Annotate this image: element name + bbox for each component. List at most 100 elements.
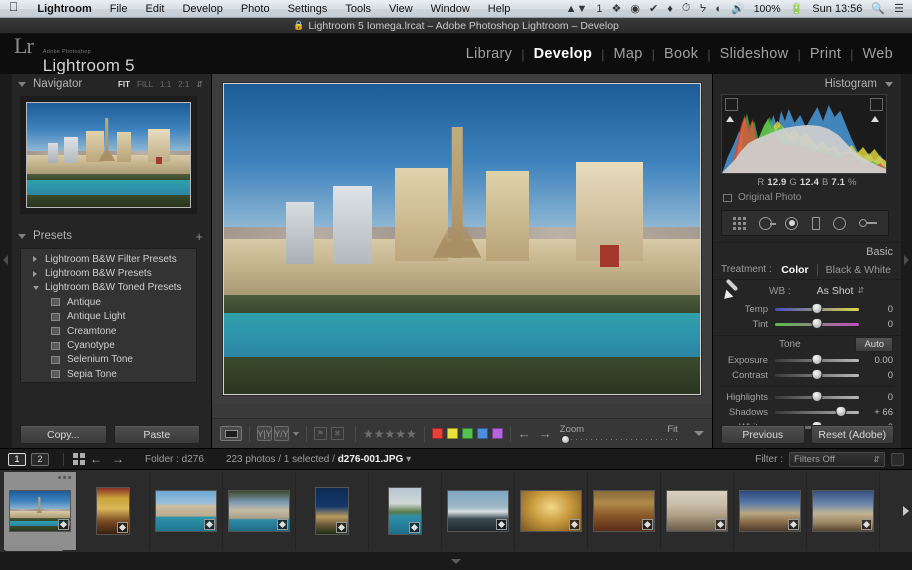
thumbnail[interactable] xyxy=(520,490,582,532)
filmstrip[interactable] xyxy=(0,470,912,552)
module-map[interactable]: Map xyxy=(605,46,652,62)
grid-view-icon[interactable] xyxy=(73,453,85,465)
slider-shadows[interactable]: Shadows + 66 xyxy=(713,405,901,420)
filmstrip-item[interactable] xyxy=(150,472,223,550)
thumbnail[interactable] xyxy=(666,490,728,532)
auto-tone-button[interactable]: Auto xyxy=(855,337,893,352)
menu-photo[interactable]: Photo xyxy=(232,3,279,15)
color-label-red[interactable] xyxy=(432,428,443,439)
spot-removal-icon[interactable] xyxy=(759,217,772,230)
slider-track[interactable] xyxy=(775,304,859,315)
slider-exposure[interactable]: Exposure 0.00 xyxy=(713,353,901,368)
color-label-yellow[interactable] xyxy=(447,428,458,439)
expand-arrow[interactable] xyxy=(33,256,45,262)
thumbnail[interactable] xyxy=(593,490,655,532)
before-after-icons[interactable]: Y|Y Y/Y xyxy=(257,426,289,441)
nav-mode-fit[interactable]: FIT xyxy=(118,80,130,89)
add-preset-icon[interactable]: + xyxy=(195,230,203,243)
presets-list[interactable]: Lightroom B&W Filter Presets Lightroom B… xyxy=(20,248,197,383)
disclosure-triangle-icon[interactable] xyxy=(18,234,26,239)
navigator-header[interactable]: Navigator FIT FILL 1:1 2:1 ⇵ xyxy=(12,74,211,94)
preset-item[interactable]: Selenium Tone xyxy=(21,353,196,367)
slider-track[interactable] xyxy=(775,370,859,381)
filmstrip-item[interactable] xyxy=(223,472,296,550)
menu-settings[interactable]: Settings xyxy=(279,3,337,15)
filmstrip-scrollbar[interactable] xyxy=(4,545,64,551)
filter-toggle-button[interactable] xyxy=(891,453,904,466)
develop-badge-icon[interactable] xyxy=(496,519,507,530)
preset-group-row[interactable]: Lightroom B&W Filter Presets xyxy=(21,252,196,266)
module-library[interactable]: Library xyxy=(457,46,521,62)
filmstrip-item[interactable] xyxy=(369,472,442,550)
checkbox-icon[interactable] xyxy=(723,194,732,202)
slider-contrast[interactable]: Contrast 0 xyxy=(713,368,901,383)
menu-view[interactable]: View xyxy=(380,3,422,15)
dropbox-icon[interactable]: ❖ xyxy=(612,2,622,15)
highlight-clipping-icon[interactable] xyxy=(870,98,883,111)
stepper-icon[interactable]: ⇵ xyxy=(196,80,203,89)
notification-center-icon[interactable]: ☰ xyxy=(894,2,904,15)
thumbnail[interactable] xyxy=(9,490,71,532)
filmstrip-item[interactable] xyxy=(734,472,807,550)
develop-badge-icon[interactable] xyxy=(642,519,653,530)
develop-badge-icon[interactable] xyxy=(409,522,420,533)
main-photo[interactable] xyxy=(223,83,701,395)
zoom-slider[interactable] xyxy=(560,436,678,444)
volume-icon[interactable]: 🔊 xyxy=(731,2,745,15)
chevron-down-icon[interactable] xyxy=(293,432,299,436)
screen-1-button[interactable]: 1 xyxy=(8,453,26,466)
thumbnail[interactable] xyxy=(388,487,422,535)
filmstrip-item[interactable] xyxy=(442,472,515,550)
clock-icon[interactable]: ⏱ xyxy=(682,2,691,15)
develop-badge-icon[interactable] xyxy=(336,522,347,533)
filmstrip-item[interactable] xyxy=(661,472,734,550)
filmstrip-item[interactable] xyxy=(515,472,588,550)
thumbnail[interactable] xyxy=(96,487,130,535)
color-label-blue[interactable] xyxy=(477,428,488,439)
develop-badge-icon[interactable] xyxy=(715,519,726,530)
menubar-clock[interactable]: Sun 13:56 xyxy=(812,3,862,15)
preset-item[interactable]: Cyanotype xyxy=(21,338,196,352)
filmstrip-item[interactable] xyxy=(296,472,369,550)
chevron-down-icon[interactable]: ▾ xyxy=(406,454,411,465)
develop-badge-icon[interactable] xyxy=(277,519,288,530)
airplay-icon[interactable]: ▲▼ xyxy=(566,3,588,15)
original-photo-row[interactable]: Original Photo xyxy=(713,188,901,203)
develop-badge-icon[interactable] xyxy=(204,519,215,530)
menu-help[interactable]: Help xyxy=(479,3,520,15)
preset-item[interactable]: Antique Light xyxy=(21,310,196,324)
slider-track[interactable] xyxy=(775,319,859,330)
preset-group-row-expanded[interactable]: Lightroom B&W Toned Presets xyxy=(21,281,196,295)
bottom-collapse-bar[interactable] xyxy=(0,552,912,570)
basic-section-header[interactable]: Basic xyxy=(713,242,901,260)
nav-mode-2-1[interactable]: 2:1 xyxy=(178,80,189,89)
menu-lightroom[interactable]: Lightroom xyxy=(28,3,100,15)
collapse-arrow[interactable] xyxy=(33,286,45,290)
zoom-control[interactable]: Zoom Fit xyxy=(560,424,678,444)
slider-track[interactable] xyxy=(775,407,859,418)
loupe-view-icon[interactable] xyxy=(220,426,242,441)
reset-button[interactable]: Reset (Adobe) xyxy=(811,425,895,444)
thumbnail[interactable] xyxy=(228,490,290,532)
module-slideshow[interactable]: Slideshow xyxy=(711,46,798,62)
current-filename[interactable]: d276-001.JPG xyxy=(338,454,404,465)
develop-badge-icon[interactable] xyxy=(58,519,69,530)
preset-item[interactable]: Sepia Tone xyxy=(21,367,196,381)
zoom-slider-knob[interactable] xyxy=(561,435,570,444)
previous-button[interactable]: Previous xyxy=(721,425,805,444)
slider-temp[interactable]: Temp 0 xyxy=(713,302,901,317)
develop-badge-icon[interactable] xyxy=(861,519,872,530)
arrow-right-icon[interactable]: → xyxy=(539,426,552,441)
paste-button[interactable]: Paste xyxy=(114,425,201,444)
shadow-clipping-icon[interactable] xyxy=(725,98,738,111)
thumbnail[interactable] xyxy=(315,487,349,535)
arrow-left-icon[interactable]: ← xyxy=(518,426,531,441)
filmstrip-item[interactable] xyxy=(77,472,150,550)
disclosure-triangle-icon[interactable] xyxy=(885,82,893,87)
red-eye-icon[interactable] xyxy=(785,217,798,230)
arrow-right-icon[interactable]: → xyxy=(112,452,124,466)
crop-overlay-icon[interactable] xyxy=(733,217,746,230)
right-panel-collapse-handle[interactable] xyxy=(901,74,912,448)
wifi-icon[interactable]: ◐ xyxy=(715,3,722,15)
nav-mode-1-1[interactable]: 1:1 xyxy=(160,80,171,89)
